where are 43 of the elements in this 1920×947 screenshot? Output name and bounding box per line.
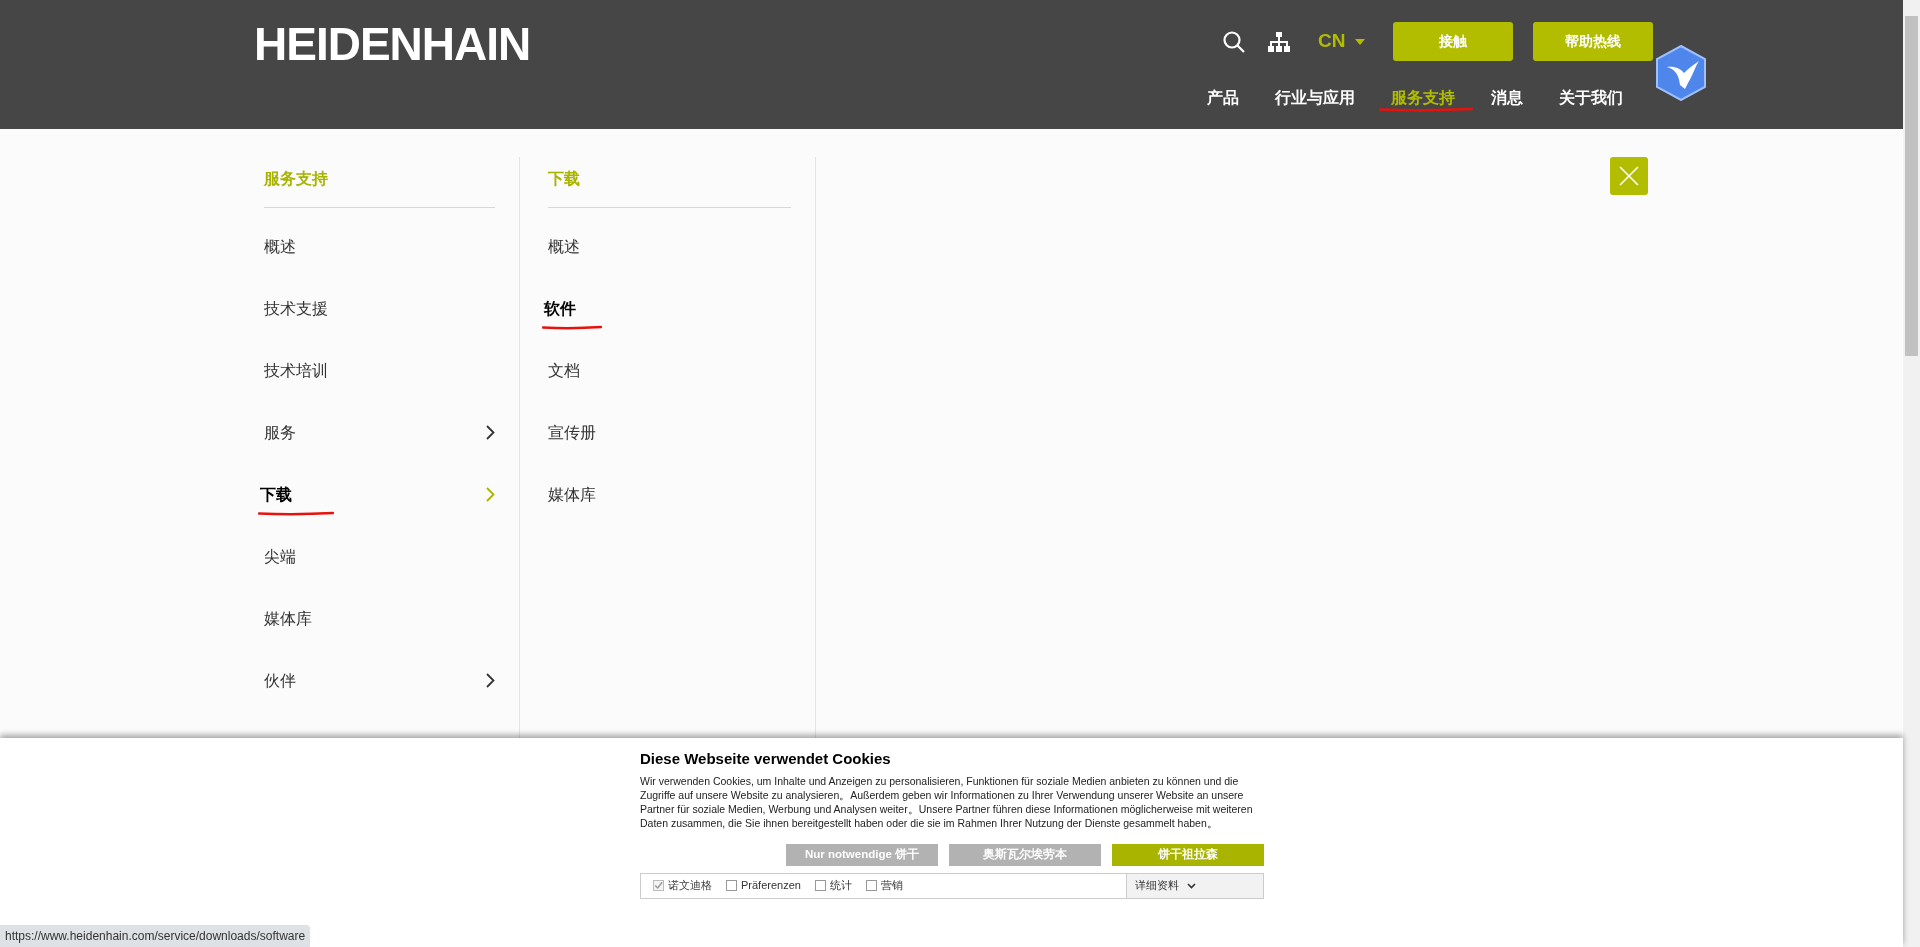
checkbox-label: 营销 <box>880 878 903 894</box>
menu-item[interactable]: 服务 <box>264 421 296 445</box>
menu-heading: 服务支持 <box>264 157 495 208</box>
nav-link[interactable]: 行业与应用 <box>1275 89 1355 106</box>
nav-link[interactable]: 服务支持 <box>1391 89 1455 106</box>
checkbox[interactable] <box>865 880 877 891</box>
chevron-right-icon[interactable] <box>486 425 495 440</box>
menu-item[interactable]: 下载 <box>260 483 292 507</box>
nav-link[interactable]: 消息 <box>1491 89 1523 106</box>
checkbox-label: 诺文迪格 <box>668 878 712 894</box>
menu-item[interactable]: 媒体库 <box>264 607 312 631</box>
chevron-right-icon[interactable] <box>486 673 495 688</box>
checkbox-label: Präferenzen <box>741 878 801 894</box>
logo[interactable]: HEIDENHAIN <box>254 10 531 79</box>
nav-link[interactable]: 关于我们 <box>1559 89 1623 106</box>
chevron-down-icon <box>1187 882 1196 889</box>
menu-item[interactable]: 文档 <box>548 359 580 383</box>
close-button[interactable] <box>1610 157 1648 195</box>
menu-item[interactable]: 软件 <box>544 297 576 321</box>
cookie-text: Wir verwenden Cookies, um Inhalte und Anzeigen zu personalisieren, Funktionen für soziale Medien anbieten zu können und die Zugriffe auf unsere Website zu analysieren。Außerdem geben wir Informationen zu Ihrer Verwendung unserer Website an unsere Partner für soziale Medien, Werbung und Analysen weiter。Unsere Partner führen diese Informationen möglicherweise mit weiteren Daten zusammen, die Sie ihnen bereitgestellt haben oder die sie im Rahmen Ihrer Nutzung der Dienste gesammelt haben。 <box>640 773 1254 830</box>
menu-item[interactable]: 技术支援 <box>264 297 328 321</box>
menu-item[interactable]: 概述 <box>264 235 296 259</box>
checkbox[interactable] <box>726 880 737 891</box>
language-selector[interactable]: CN <box>1318 27 1366 56</box>
details-dropdown[interactable]: 详细资料 <box>1126 873 1263 898</box>
checkbox[interactable] <box>814 880 826 891</box>
menu-item[interactable]: 尖端 <box>264 545 296 569</box>
checkbox-label: 统计 <box>829 878 852 894</box>
menu-heading: 下载 <box>548 157 791 208</box>
menu-item[interactable]: 概述 <box>548 235 580 259</box>
nav-link[interactable]: 产品 <box>1207 89 1239 106</box>
caret-icon <box>1355 38 1366 45</box>
menu-item[interactable]: 宣传册 <box>548 421 596 445</box>
scrollbar[interactable] <box>1903 0 1920 947</box>
cookie-title: Diese Webseite verwendet Cookies <box>640 749 892 769</box>
menu-item[interactable]: 媒体库 <box>548 483 596 507</box>
menu-item[interactable]: 伙伴 <box>264 669 296 693</box>
menu-item[interactable]: 技术培训 <box>264 359 328 383</box>
sitemap-icon[interactable] <box>1268 31 1290 52</box>
bird-logo-icon[interactable] <box>1655 45 1707 101</box>
status-url: https://www.heidenhain.com/service/downloads/software <box>0 925 311 947</box>
close-icon <box>1618 165 1640 187</box>
search-icon[interactable] <box>1222 29 1246 54</box>
